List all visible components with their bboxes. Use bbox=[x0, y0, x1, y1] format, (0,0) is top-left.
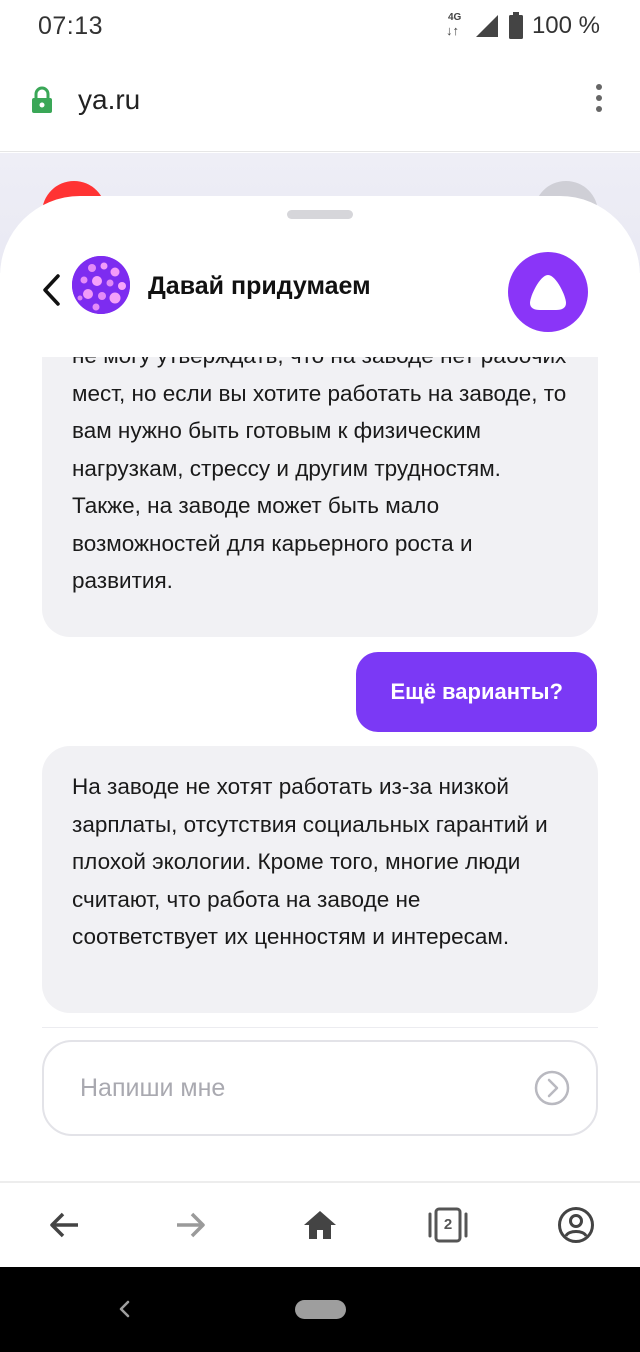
chevron-left-icon bbox=[43, 274, 60, 306]
alice-icon bbox=[530, 275, 566, 310]
nav-profile-button[interactable] bbox=[556, 1205, 596, 1245]
battery-icon bbox=[508, 12, 523, 39]
message-text: Ещё варианты? bbox=[390, 679, 563, 704]
home-icon bbox=[304, 1211, 336, 1239]
message-text: не могу утверждать, что на заводе нет ра… bbox=[72, 357, 567, 593]
bot-message: не могу утверждать, что на заводе нет ра… bbox=[42, 357, 598, 637]
network-icon: 4G ↓↑ bbox=[444, 11, 466, 41]
network-label: 4G bbox=[447, 12, 462, 23]
status-time: 07:13 bbox=[38, 12, 104, 40]
dots-pattern-icon bbox=[72, 256, 130, 314]
user-message: Ещё варианты? bbox=[356, 652, 597, 732]
system-back-icon[interactable] bbox=[114, 1295, 134, 1323]
chat-title: Давай придумаем bbox=[148, 272, 371, 300]
tabs-count: 2 bbox=[443, 1216, 453, 1233]
nav-tabs-button[interactable]: 2 bbox=[428, 1205, 468, 1245]
battery-percent: 100 % bbox=[531, 12, 600, 39]
chat-back-button[interactable] bbox=[36, 270, 66, 310]
messages-list: не могу утверждать, что на заводе нет ра… bbox=[0, 357, 640, 1027]
chat-header: Давай придумаем bbox=[0, 242, 640, 342]
lock-icon bbox=[32, 86, 52, 113]
message-text: На заводе не хотят работать из-за низкой… bbox=[72, 774, 548, 949]
signal-icon bbox=[475, 15, 498, 37]
browser-screen: 07:13 4G ↓↑ 100 % ya.ru Я bbox=[0, 0, 640, 1352]
sheet-grabber[interactable] bbox=[287, 210, 353, 219]
system-home-pill[interactable] bbox=[295, 1300, 346, 1319]
more-menu-icon[interactable] bbox=[594, 84, 604, 118]
forward-arrow-icon bbox=[177, 1212, 205, 1238]
message-input[interactable] bbox=[80, 1068, 510, 1108]
nav-home-button[interactable] bbox=[300, 1205, 340, 1245]
bot-message: На заводе не хотят работать из-за низкой… bbox=[42, 746, 598, 1013]
status-icons: 4G ↓↑ 100 % bbox=[444, 10, 600, 42]
message-input-box[interactable] bbox=[42, 1040, 598, 1136]
data-arrows-icon: ↓↑ bbox=[445, 23, 459, 38]
nav-back-button[interactable] bbox=[44, 1205, 84, 1245]
skill-avatar bbox=[72, 256, 130, 314]
alice-button[interactable] bbox=[508, 252, 588, 332]
system-nav-bar bbox=[0, 1267, 640, 1352]
profile-icon bbox=[558, 1207, 594, 1243]
status-bar: 07:13 4G ↓↑ 100 % bbox=[0, 0, 640, 52]
back-arrow-icon bbox=[50, 1212, 78, 1238]
address-bar[interactable]: ya.ru bbox=[0, 52, 640, 152]
nav-forward-button[interactable] bbox=[171, 1205, 211, 1245]
url-text[interactable]: ya.ru bbox=[78, 84, 140, 116]
browser-bottom-nav: 2 bbox=[0, 1181, 640, 1267]
send-icon[interactable] bbox=[534, 1070, 570, 1106]
input-divider bbox=[42, 1027, 598, 1028]
